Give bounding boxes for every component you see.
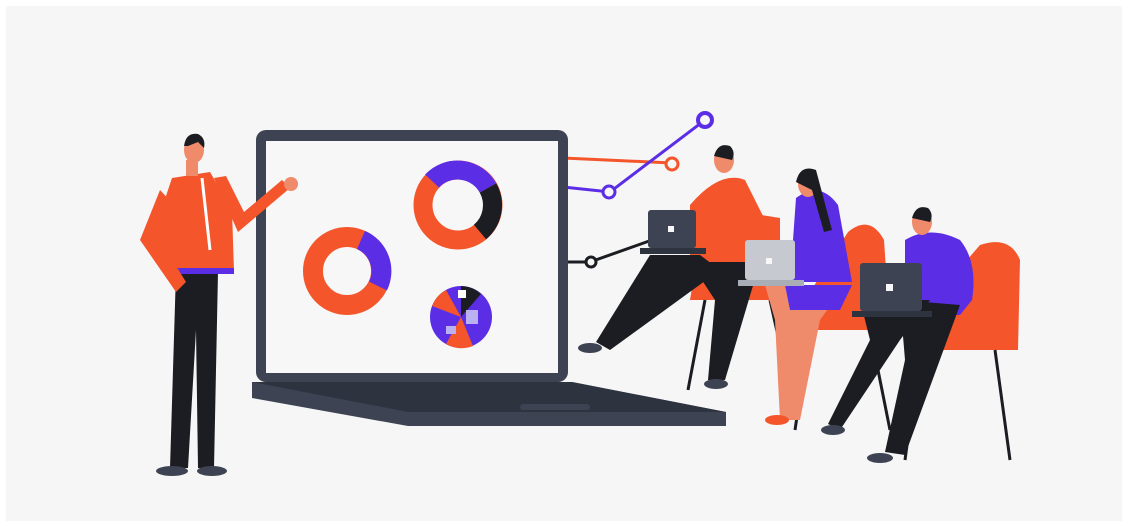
illustration-scene [0, 0, 1128, 527]
small-laptop-icon [738, 240, 804, 286]
illustration-svg [140, 111, 1020, 476]
pie-chart-icon [430, 286, 492, 349]
audience-person-icon [765, 168, 852, 425]
small-laptop-icon [852, 263, 932, 317]
audience-person-icon [578, 145, 770, 389]
